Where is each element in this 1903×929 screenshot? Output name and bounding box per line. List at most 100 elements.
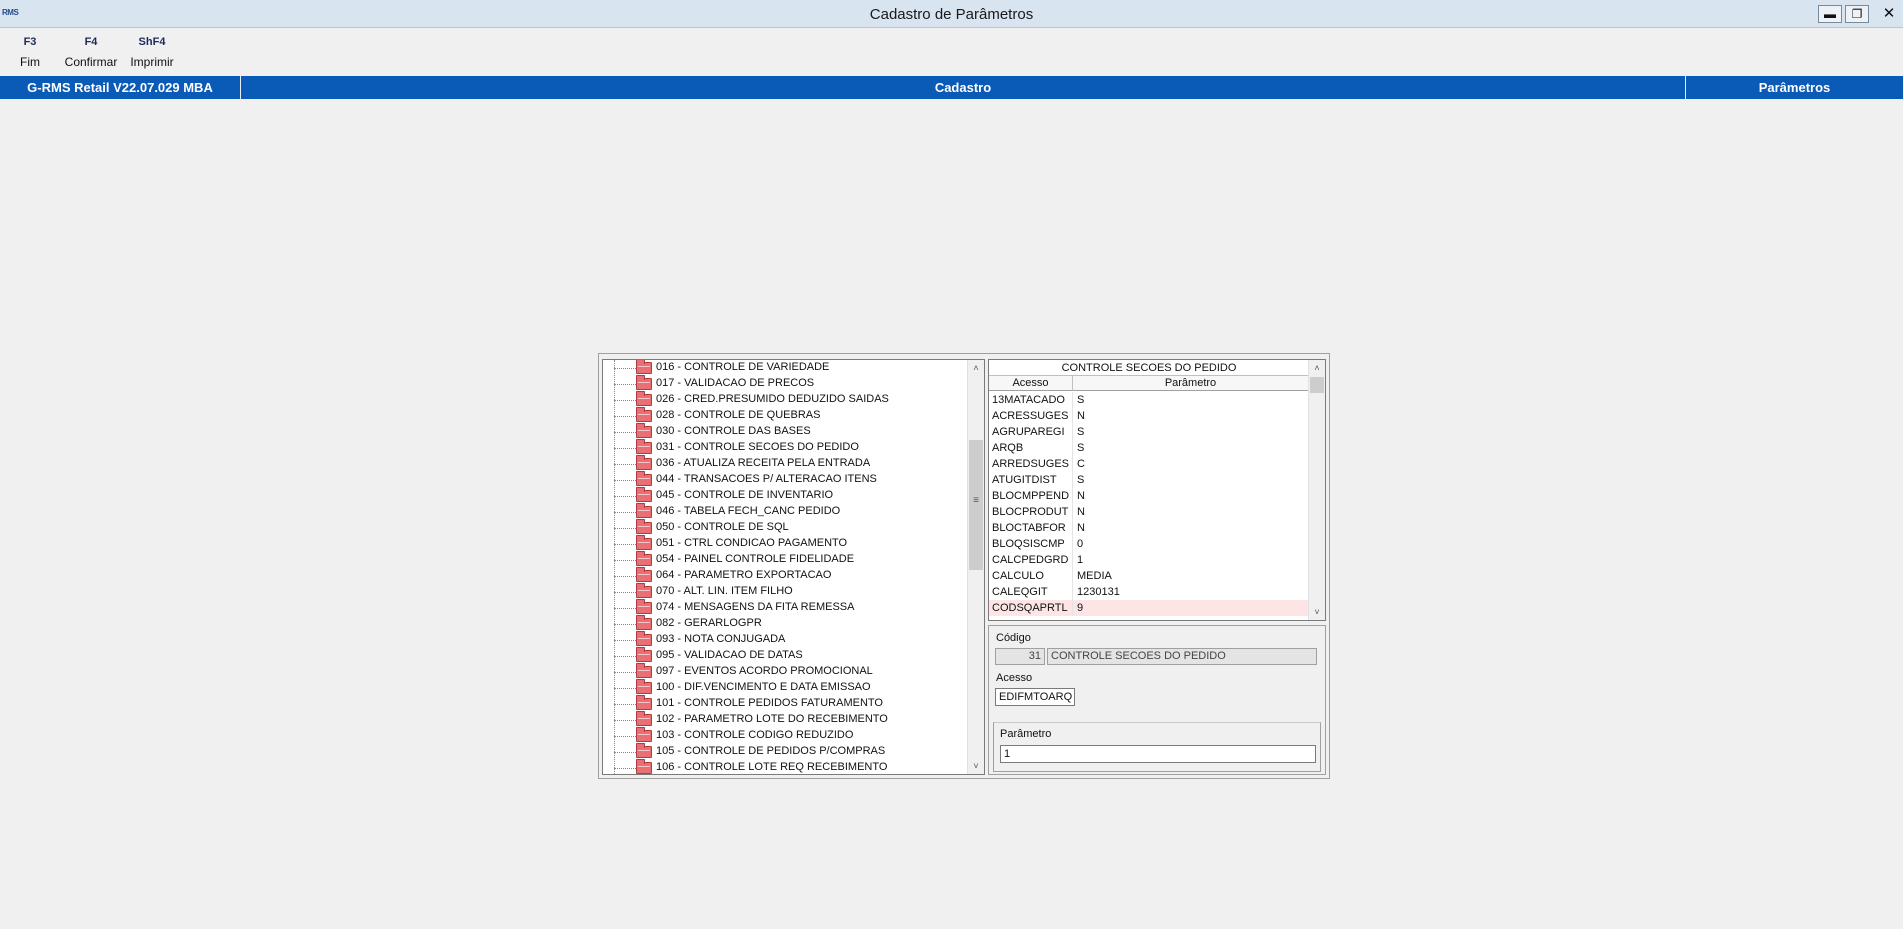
parametro-cell: N [1077,410,1085,422]
grid-row[interactable]: BLOCPRODUT N [989,504,1309,520]
tree-connector [614,432,636,433]
tree-connector [614,560,636,561]
tree-item[interactable]: 046 - TABELA FECH_CANC PEDIDO [603,503,963,520]
column-divider [1072,600,1073,616]
tree-item[interactable]: 028 - CONTROLE DE QUEBRAS [603,407,963,424]
module-label: Cadastro [934,80,992,95]
close-button[interactable]: ✕ [1879,4,1899,24]
grid-row[interactable]: ARREDSUGES C [989,456,1309,472]
parametro-input[interactable]: 1 [1000,745,1316,763]
acesso-cell: ARQB [992,442,1024,454]
grid-row[interactable]: ATUGITDIST S [989,472,1309,488]
folder-icon [636,423,652,438]
tree-connector [614,464,636,465]
tree-item[interactable]: 045 - CONTROLE DE INVENTARIO [603,487,963,504]
folder-icon [636,567,652,582]
tree-item[interactable]: 044 - TRANSACOES P/ ALTERACAO ITENS [603,471,963,488]
tree-item[interactable]: 070 - ALT. LIN. ITEM FILHO [603,583,963,600]
tree-item[interactable]: 082 - GERARLOGPR [603,615,963,632]
tree-item[interactable]: 101 - CONTROLE PEDIDOS FATURAMENTO [603,695,963,712]
parametro-cell: 9 [1077,602,1084,614]
tree-item[interactable]: 030 - CONTROLE DAS BASES [603,423,963,440]
tree-item-label: 097 - EVENTOS ACORDO PROMOCIONAL [656,665,873,677]
grid-row[interactable]: CALCULO MEDIA [989,568,1309,584]
folder-icon [636,391,652,406]
scroll-down-icon[interactable]: ˅ [968,758,984,774]
tree-item[interactable]: 036 - ATUALIZA RECEITA PELA ENTRADA [603,455,963,472]
column-header-parametro[interactable]: Parâmetro [1073,376,1309,391]
tree-connector [614,448,636,449]
restore-button[interactable]: ❐ [1845,5,1869,23]
tree-item-label: 045 - CONTROLE DE INVENTARIO [656,489,834,501]
tree-connector [614,688,636,689]
tree-item-label: 082 - GERARLOGPR [656,617,762,629]
grid-row[interactable]: CODSQAPRTL 9 [989,600,1309,616]
tree-item-label: 036 - ATUALIZA RECEITA PELA ENTRADA [656,457,871,469]
tree-item[interactable]: 102 - PARAMETRO LOTE DO RECEBIMENTO [603,711,963,728]
parametro-cell: N [1077,522,1085,534]
grid-row[interactable]: 13MATACADO S [989,392,1309,408]
tree-item[interactable]: 074 - MENSAGENS DA FITA REMESSA [603,599,963,616]
tree-item[interactable]: 095 - VALIDACAO DE DATAS [603,647,963,664]
tree-item[interactable]: 054 - PAINEL CONTROLE FIDELIDADE [603,551,963,568]
tree-connector [614,512,636,513]
tree-item[interactable]: 031 - CONTROLE SECOES DO PEDIDO [603,439,963,456]
grid-row[interactable]: BLOQSISCMP 0 [989,536,1309,552]
grip-icon: ≡ [973,495,979,506]
tree-item-label: 028 - CONTROLE DE QUEBRAS [656,409,821,421]
tree-item-label: 046 - TABELA FECH_CANC PEDIDO [656,505,841,517]
scroll-thumb[interactable] [1310,377,1324,393]
parameter-tree[interactable]: 016 - CONTROLE DE VARIEDADE 017 - VALIDAC… [602,359,985,775]
parametro-cell: N [1077,490,1085,502]
tree-item[interactable]: 017 - VALIDACAO DE PRECOS [603,375,963,392]
tree-item[interactable]: 106 - CONTROLE LOTE REQ RECEBIMENTO [603,759,963,774]
grid-row[interactable]: ARQB S [989,440,1309,456]
grid-row[interactable]: CALEQGIT 1230131 [989,584,1309,600]
grid-row[interactable]: AGRUPAREGI S [989,424,1309,440]
tree-item[interactable]: 103 - CONTROLE CODIGO REDUZIDO [603,727,963,744]
tree-item[interactable]: 050 - CONTROLE DE SQL [603,519,963,536]
minimize-button[interactable]: ▬ [1818,5,1842,23]
tree-item[interactable]: 093 - NOTA CONJUGADA [603,631,963,648]
tree-item-label: 017 - VALIDACAO DE PRECOS [656,377,815,389]
parameters-dialog: 016 - CONTROLE DE VARIEDADE 017 - VALIDAC… [598,353,1330,779]
fkey-f3-button[interactable]: F3 Fim [18,36,42,69]
fkey-shf4-button[interactable]: ShF4 Imprimir [127,36,177,69]
scroll-thumb[interactable]: ≡ [969,440,983,570]
grid-row[interactable]: ACRESSUGES N [989,408,1309,424]
scroll-up-icon[interactable]: ˄ [1309,360,1325,376]
grid-row[interactable]: BLOCTABFOR N [989,520,1309,536]
fkey-f4-button[interactable]: F4 Confirmar [62,36,120,69]
tree-item[interactable]: 016 - CONTROLE DE VARIEDADE [603,360,963,376]
folder-icon [636,487,652,502]
version-label: G-RMS Retail V22.07.029 MBA [27,80,213,95]
tree-item-label: 106 - CONTROLE LOTE REQ RECEBIMENTO [656,761,888,773]
column-header-acesso[interactable]: Acesso [989,376,1073,391]
grid-row[interactable]: CALCPEDGRD 1 [989,552,1309,568]
tree-item-label: 102 - PARAMETRO LOTE DO RECEBIMENTO [656,713,888,725]
tree-item[interactable]: 097 - EVENTOS ACORDO PROMOCIONAL [603,663,963,680]
scroll-up-icon[interactable]: ˄ [968,360,984,376]
tree-item[interactable]: 026 - CRED.PRESUMIDO DEDUZIDO SAIDAS [603,391,963,408]
tree-scrollbar[interactable]: ˄ ≡ ˅ [967,360,984,774]
tree-connector [614,656,636,657]
parameter-grid[interactable]: CONTROLE SECOES DO PEDIDO Acesso Parâmet… [988,359,1326,621]
tree-item[interactable]: 100 - DIF.VENCIMENTO E DATA EMISSAO [603,679,963,696]
parametro-cell: 1 [1077,554,1084,566]
tree-item[interactable]: 064 - PARAMETRO EXPORTACAO [603,567,963,584]
acesso-cell: 13MATACADO [992,394,1065,406]
tree-item[interactable]: 105 - CONTROLE DE PEDIDOS P/COMPRAS [603,743,963,760]
grid-scrollbar[interactable]: ˄ ˅ [1308,360,1325,620]
tree-connector [614,592,636,593]
acesso-input[interactable]: EDIFMTOARQ [995,688,1075,706]
tree-item-label: 016 - CONTROLE DE VARIEDADE [656,361,830,373]
tree-connector [614,480,636,481]
column-divider [1072,440,1073,456]
window-title: Cadastro de Parâmetros [869,6,1034,23]
scroll-down-icon[interactable]: ˅ [1309,604,1325,620]
acesso-cell: ATUGITDIST [992,474,1057,486]
tree-item-label: 074 - MENSAGENS DA FITA REMESSA [656,601,855,613]
tree-connector [614,528,636,529]
tree-item[interactable]: 051 - CTRL CONDICAO PAGAMENTO [603,535,963,552]
grid-row[interactable]: BLOCMPPEND N [989,488,1309,504]
